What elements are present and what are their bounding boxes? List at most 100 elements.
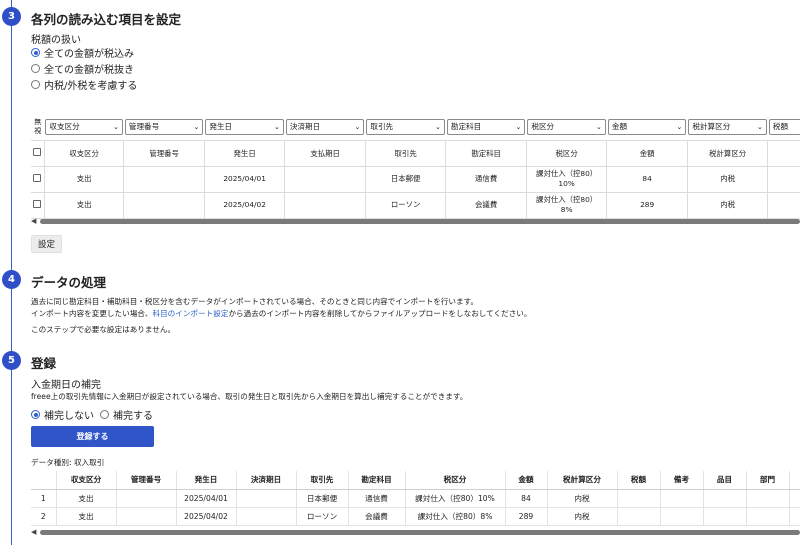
completion-option-2[interactable]: 補完する xyxy=(100,407,153,422)
import-settings-link[interactable]: 科目のインポート設定 xyxy=(153,309,229,318)
preview-column-header: 発生日 xyxy=(176,471,237,490)
step-5-badge: 5 xyxy=(2,351,21,370)
select-value: 収支区分 xyxy=(49,122,80,132)
row-checkbox-cell[interactable] xyxy=(31,191,45,219)
tax-option-2[interactable]: 全ての金額が税抜き xyxy=(31,61,134,76)
no-settings-note: このステップで必要な設定はありません。 xyxy=(31,325,176,334)
column-mapping-select[interactable]: 決済期日 ⌄ xyxy=(285,118,365,135)
table-cell: 内税 xyxy=(686,165,769,193)
chevron-down-icon: ⌄ xyxy=(515,122,522,131)
column-mapping-cell: 勘定科目 ⌄ xyxy=(446,114,527,140)
table-cell xyxy=(236,507,297,526)
step-5-title: 登録 xyxy=(31,356,57,371)
mapping-table-scrollbar[interactable]: ◀ xyxy=(31,218,800,225)
table-cell: 289 xyxy=(606,191,688,219)
column-mapping-select[interactable]: 税額⌄ xyxy=(768,118,800,135)
table-cell: 会議費 xyxy=(348,507,406,526)
row-checkbox-cell[interactable] xyxy=(31,165,45,193)
tax-option-3[interactable]: 内税/外税を考慮する xyxy=(31,77,137,92)
column-mapping-select[interactable]: 発生日 ⌄ xyxy=(205,118,284,135)
table-cell: 課対仕入（控80）10% xyxy=(405,489,506,508)
table-cell xyxy=(789,507,800,526)
preview-scroll-thumb[interactable] xyxy=(40,530,800,535)
preview-column-header: 金額 xyxy=(505,471,548,490)
column-mapping-cell: 収支区分 ⌄ xyxy=(44,114,123,140)
preview-scroll-left-arrow-icon[interactable]: ◀ xyxy=(31,529,36,536)
table-cell xyxy=(767,165,800,193)
register-button[interactable]: 登録する xyxy=(31,426,154,447)
column-mapping-select[interactable]: 取引先 ⌄ xyxy=(366,118,445,135)
tax-option-radio[interactable] xyxy=(31,48,40,57)
table-row: 1 支出 2025/04/01 日本郵便 通信費 課対仕入（控80）10% 84 内税 xyxy=(31,489,800,508)
step-4-badge: 4 xyxy=(2,270,21,289)
select-value: 取引先 xyxy=(370,122,394,132)
column-mapping-select[interactable]: 税計算区分 ⌄ xyxy=(688,118,767,135)
preview-column-header: 収支区分 xyxy=(56,471,117,490)
table-cell xyxy=(123,191,205,219)
scroll-thumb[interactable] xyxy=(40,219,800,224)
tax-option-label: 全ての金額が税抜き xyxy=(44,65,134,76)
preview-table-scrollbar[interactable]: ◀ xyxy=(31,529,800,536)
table-cell: 84 xyxy=(606,165,688,193)
preview-column-header: 取引先 xyxy=(296,471,349,490)
tax-option-1[interactable]: 全ての金額が税込み xyxy=(31,45,134,60)
column-mapping-cell: 発生日 ⌄ xyxy=(204,114,285,140)
column-mapping-select[interactable]: 金額 ⌄ xyxy=(607,118,687,135)
column-mapping-select[interactable]: 収支区分 ⌄ xyxy=(45,118,123,135)
column-mapping-cell: 金額 ⌄ xyxy=(607,114,688,140)
tax-option-label: 全ての金額が税込み xyxy=(44,49,134,60)
table-row: 支出 2025/04/02 ローソン 会議費 課対仕入（控80） 8% 289 内税 xyxy=(31,191,800,219)
column-header: 管理番号 xyxy=(123,139,205,167)
completion-option-radio[interactable] xyxy=(31,410,40,419)
column-mapping-cell: 税区分 ⌄ xyxy=(526,114,607,140)
step-4-title: データの処理 xyxy=(31,275,107,290)
preview-column-header: 税計算区分 xyxy=(547,471,618,490)
preview-column-header: 管理番号 xyxy=(116,471,177,490)
column-mapping-select[interactable]: 税区分 ⌄ xyxy=(527,118,606,135)
completion-option-radio[interactable] xyxy=(100,410,109,419)
chevron-down-icon: ⌄ xyxy=(354,122,361,131)
table-cell xyxy=(123,165,205,193)
column-mapping-table: 無視 収支区分 ⌄ 管理番号 ⌄ 発生日 ⌄ 決済期日 ⌄ 取引先 ⌄ 勘定科目 ⌄ 税区分 ⌄ 金額 ⌄ 税計… xyxy=(31,114,800,222)
select-value: 勘定科目 xyxy=(450,122,482,132)
table-cell: 課対仕入（控80） 8% xyxy=(525,191,608,219)
chevron-down-icon: ⌄ xyxy=(757,122,763,131)
column-mapping-select[interactable]: 勘定科目 ⌄ xyxy=(446,118,526,135)
row-checkbox[interactable] xyxy=(33,200,42,208)
preview-column-header: 備考 xyxy=(660,471,704,490)
tax-option-radio[interactable] xyxy=(31,80,40,89)
row-checkbox[interactable] xyxy=(33,174,42,182)
column-mapping-select[interactable]: 管理番号 ⌄ xyxy=(124,118,204,135)
table-cell: 2025/04/01 xyxy=(203,165,286,193)
table-cell: 課対仕入（控80） 10% xyxy=(525,165,608,193)
tax-option-label: 内税/外税を考慮する xyxy=(44,81,138,92)
table-cell: 日本郵便 xyxy=(364,165,447,193)
preview-column-header xyxy=(31,471,57,490)
table-cell: 課対仕入（控80）8% xyxy=(405,507,506,526)
processing-instruction: インポート内容を変更したい場合、科目のインポート設定から過去のインポート内容を削… xyxy=(31,309,532,318)
chevron-down-icon: ⌄ xyxy=(596,122,602,131)
column-header: 税計算区分 xyxy=(686,139,769,167)
column-mapping-cell: 決済期日 ⌄ xyxy=(285,114,366,140)
select-all-checkbox-cell[interactable] xyxy=(31,139,45,167)
select-value: 税額 xyxy=(772,122,789,132)
table-cell: 289 xyxy=(505,507,548,526)
tax-option-radio[interactable] xyxy=(31,64,40,73)
preview-column-header: 税区分 xyxy=(405,471,506,490)
column-mapping-cell: 税額⌄ xyxy=(768,114,800,140)
column-mapping-cell: 取引先 ⌄ xyxy=(365,114,446,140)
select-all-checkbox[interactable] xyxy=(33,148,42,156)
completion-option-1[interactable]: 補完しない xyxy=(31,407,94,422)
table-cell: 内税 xyxy=(547,507,618,526)
scroll-left-arrow-icon[interactable]: ◀ xyxy=(31,218,36,225)
table-cell: 通信費 xyxy=(348,489,406,508)
table-row: 支出 2025/04/01 日本郵便 通信費 課対仕入（控80） 10% 84 内税 xyxy=(31,165,800,193)
table-cell xyxy=(116,489,177,508)
table-cell xyxy=(236,489,297,508)
table-cell xyxy=(746,507,790,526)
preview-table: 収支区分 管理番号 発生日 決済期日 取引先 勘定科目 税区分 金額 税計算区分 税額 備考 品目 部門… xyxy=(31,471,800,526)
column-mapping-cell: 税計算区分 ⌄ xyxy=(687,114,768,140)
preview-column-header: 税額 xyxy=(617,471,661,490)
table-cell: ローソン xyxy=(364,191,447,219)
settings-button[interactable]: 設定 xyxy=(31,235,63,253)
